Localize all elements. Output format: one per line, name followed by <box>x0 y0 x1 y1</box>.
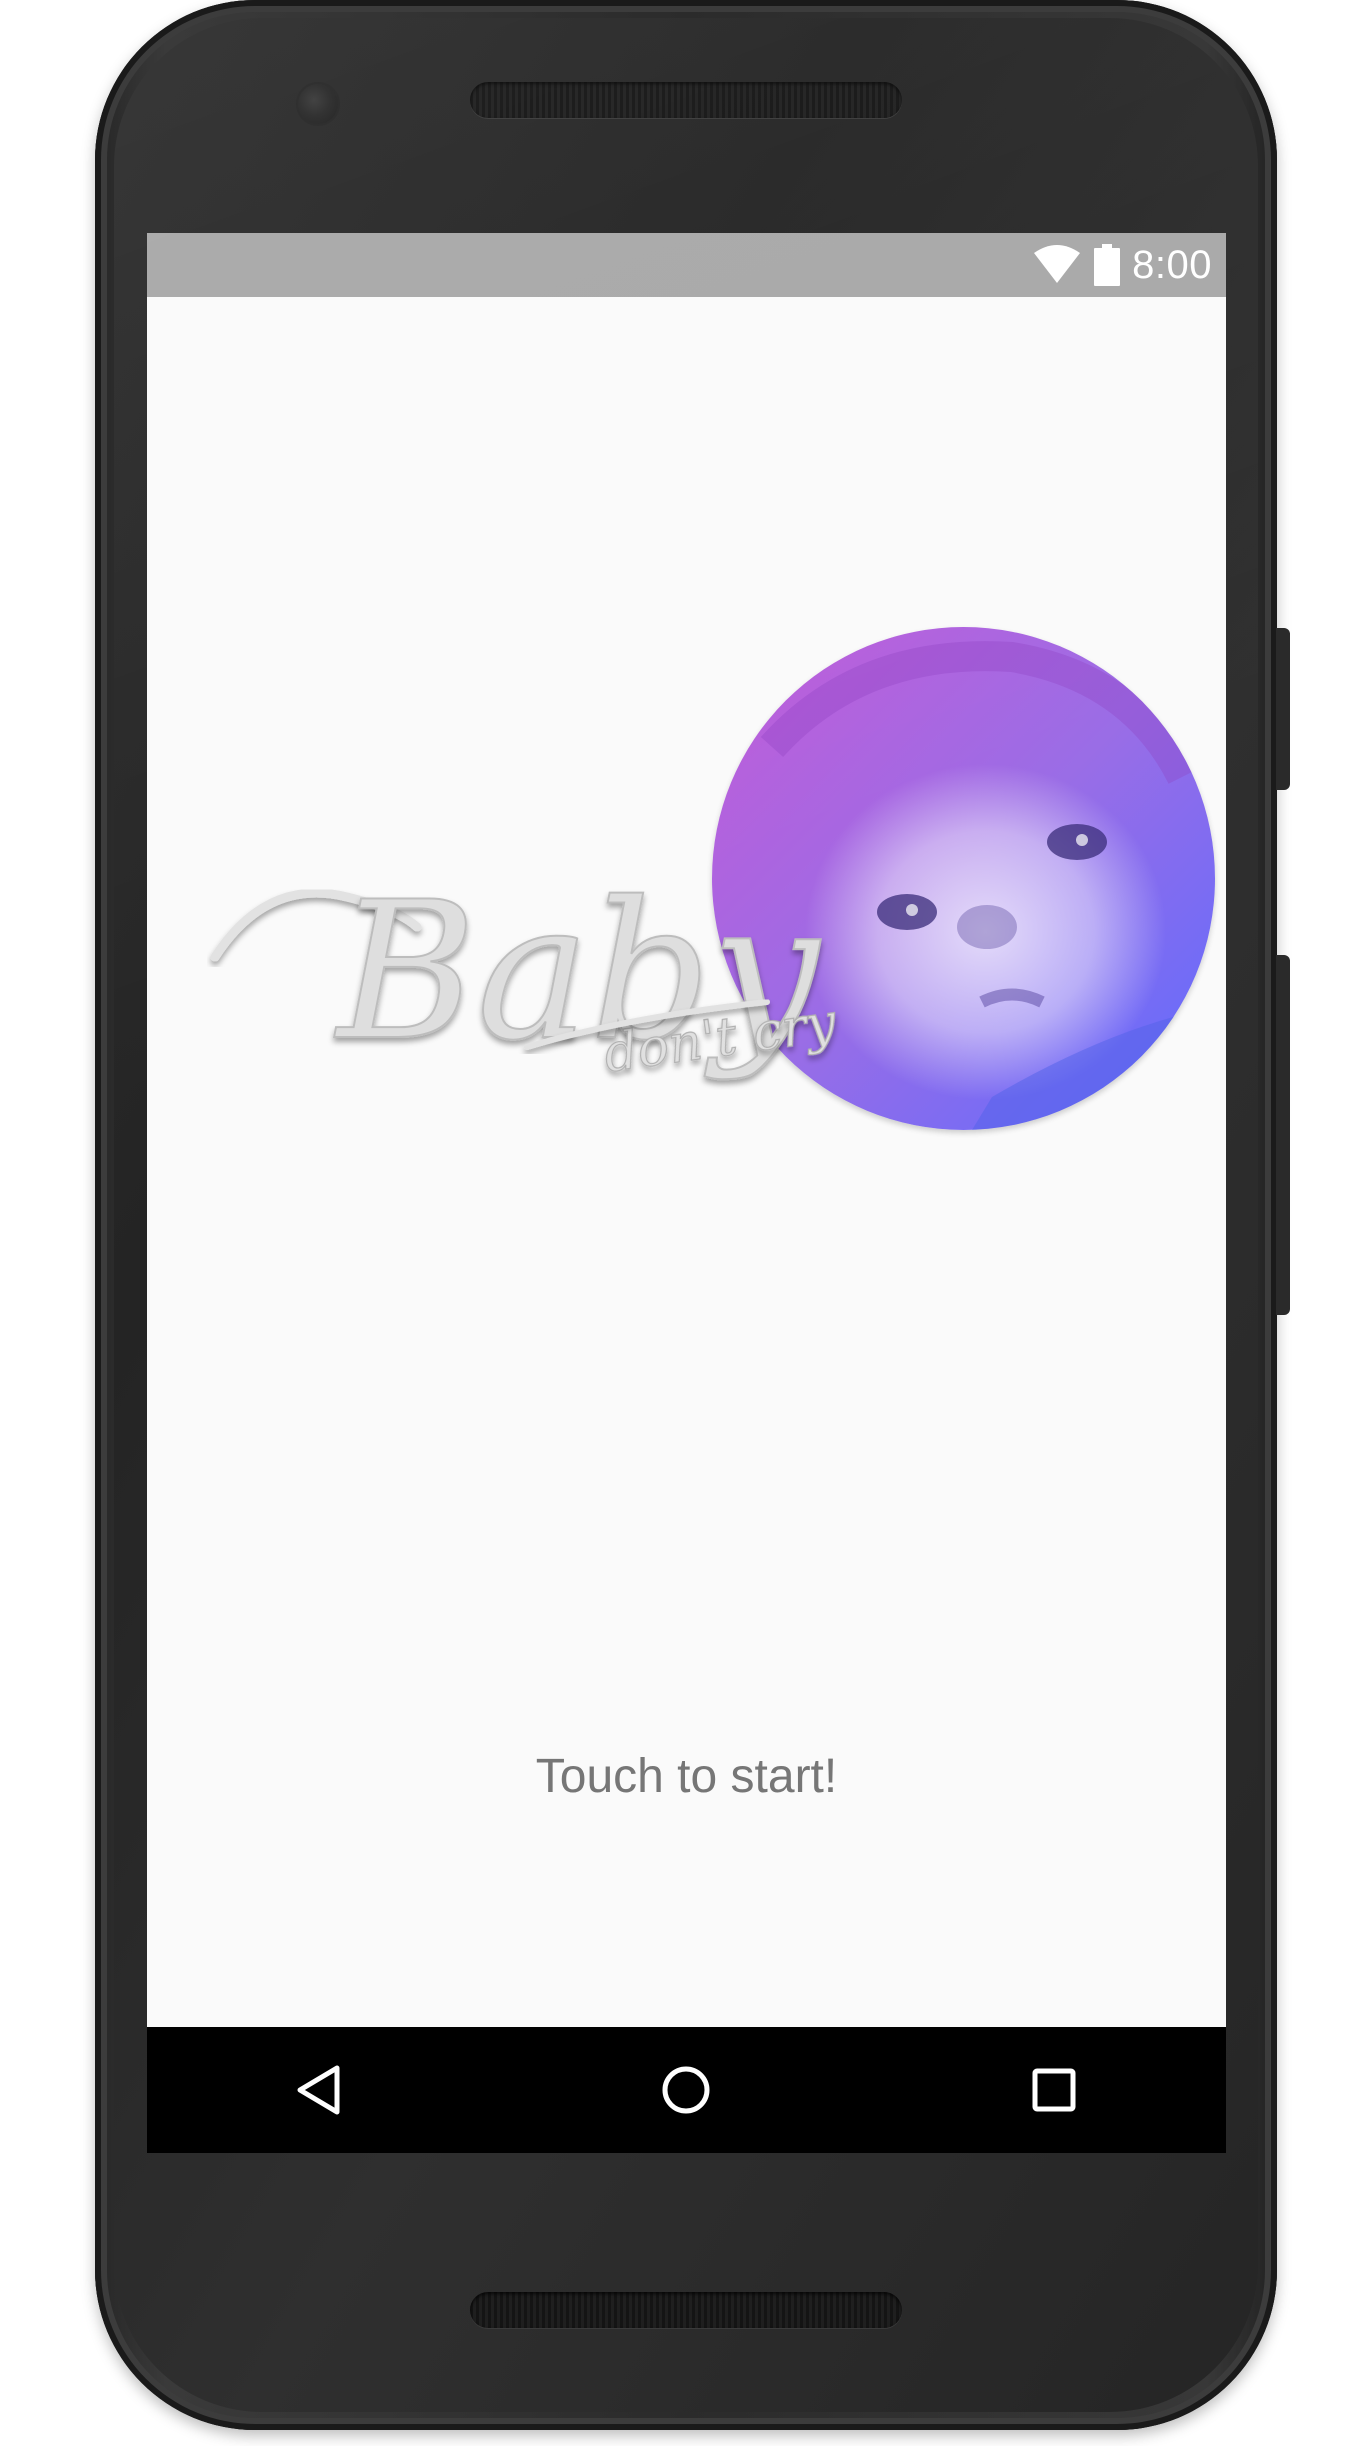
earpiece-speaker <box>470 82 902 118</box>
status-icons: 8:00 <box>1032 243 1212 287</box>
recents-button[interactable] <box>1014 2050 1094 2130</box>
home-icon <box>662 2066 710 2114</box>
status-time: 8:00 <box>1132 243 1212 287</box>
app-content[interactable]: Baby don't cry Touch to start! <box>147 297 1226 2027</box>
baby-dont-cry-logo: Baby don't cry <box>210 860 841 1085</box>
navigation-bar <box>147 2027 1226 2153</box>
volume-button <box>1276 955 1290 1315</box>
status-bar: 8:00 <box>147 233 1226 297</box>
device-mockup: 8:00 Baby don't cry Touch to start! <box>0 0 1370 2446</box>
wifi-icon <box>1032 245 1082 285</box>
bottom-speaker <box>470 2292 902 2328</box>
recents-icon <box>1032 2068 1076 2112</box>
app-logo: Baby don't cry <box>207 627 1215 1187</box>
battery-icon <box>1094 244 1121 286</box>
back-button[interactable] <box>278 2050 358 2130</box>
back-icon <box>297 2065 340 2115</box>
device-screen: 8:00 Baby don't cry Touch to start! <box>147 233 1226 2153</box>
front-camera <box>298 84 338 124</box>
home-button[interactable] <box>646 2050 726 2130</box>
touch-to-start-label[interactable]: Touch to start! <box>147 1745 1226 1809</box>
power-button <box>1276 628 1290 790</box>
